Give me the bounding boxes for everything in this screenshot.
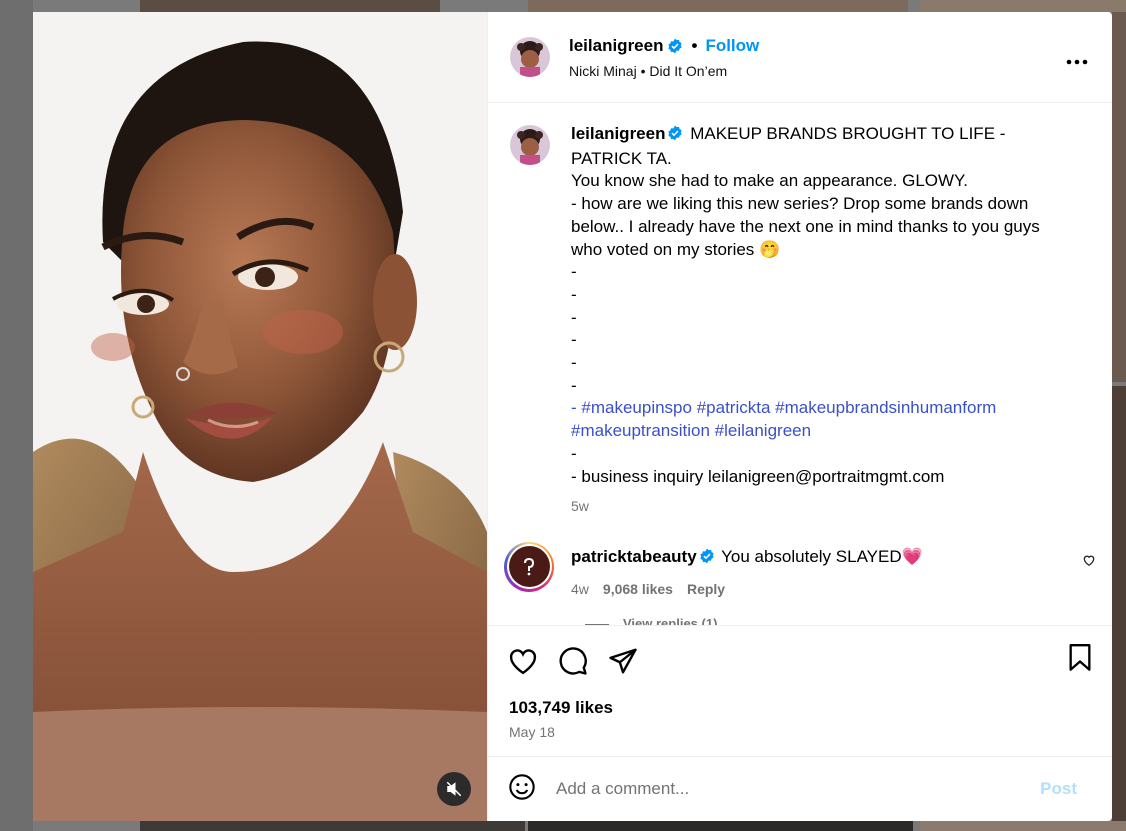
commenter-avatar[interactable]	[504, 541, 554, 592]
caption-dash: -	[571, 284, 577, 304]
background-tile[interactable]	[920, 821, 1126, 831]
caption-dash: -	[571, 330, 577, 350]
comment-likes[interactable]: 9,068 likes	[603, 581, 673, 597]
caption-dash: -	[571, 307, 577, 327]
separator-dot: •	[691, 35, 698, 55]
verified-badge-icon	[667, 38, 683, 54]
likes-count[interactable]: 103,749 likes	[488, 682, 1112, 718]
caption-line: You know she had to make an appearance. …	[571, 171, 968, 191]
audio-label[interactable]: Nicki Minaj • Did It On’em	[569, 63, 759, 79]
background-tile[interactable]	[1112, 386, 1126, 831]
post-date[interactable]: May 18	[488, 718, 1112, 740]
bookmark-icon	[1067, 644, 1093, 676]
hashtag-link[interactable]: #makeuptransition	[571, 421, 710, 440]
caption-username[interactable]: leilanigreen	[571, 124, 665, 143]
emoji-icon	[508, 773, 536, 805]
comment-composer: Post	[488, 756, 1112, 821]
mute-button[interactable]	[437, 772, 471, 806]
heart-icon	[508, 647, 538, 680]
author-avatar[interactable]	[510, 125, 550, 165]
comment-like-button[interactable]	[1082, 553, 1096, 572]
hashtag-link[interactable]: #makeupbrandsinhumanform	[775, 398, 996, 417]
commenter-username[interactable]: patricktabeauty	[571, 547, 697, 566]
like-button[interactable]	[508, 647, 538, 680]
heart-icon	[1082, 554, 1096, 571]
post-modal: leilanigreen • Follow Nicki Minaj • Did …	[33, 12, 1112, 821]
reply-button[interactable]: Reply	[687, 581, 725, 597]
follow-button[interactable]: Follow	[705, 36, 759, 56]
view-replies-label: View replies (1)	[623, 616, 718, 625]
hashtag-link[interactable]: #makeupinspo	[581, 398, 692, 417]
comment-button[interactable]	[558, 646, 588, 681]
background-tile[interactable]	[920, 0, 1126, 12]
emoji-button[interactable]	[508, 773, 536, 806]
post-header: leilanigreen • Follow Nicki Minaj • Did …	[488, 12, 1112, 103]
verified-badge-icon	[699, 548, 715, 569]
post-photo	[33, 12, 487, 821]
background-tile[interactable]	[1112, 12, 1126, 382]
caption-line: - how are we liking this new series? Dro…	[571, 194, 1040, 259]
share-button[interactable]	[608, 647, 638, 680]
post-panel: leilanigreen • Follow Nicki Minaj • Did …	[487, 12, 1112, 821]
post-media[interactable]	[33, 12, 487, 821]
comments-section[interactable]: leilanigreen MAKEUP BRANDS BROUGHT TO LI…	[488, 103, 1112, 625]
background-tile[interactable]	[528, 821, 913, 831]
author-avatar[interactable]	[510, 37, 550, 77]
save-button[interactable]	[1067, 644, 1093, 677]
caption-dash: -	[571, 353, 577, 373]
author-username[interactable]: leilanigreen	[569, 36, 663, 56]
comment-icon	[558, 646, 588, 681]
post-actions: 103,749 likes May 18	[488, 625, 1112, 756]
comment-input[interactable]	[556, 779, 1041, 799]
hashtag-line: - #makeupinspo #patrickta #makeupbrandsi…	[571, 397, 1071, 442]
caption-dash: -	[571, 262, 577, 282]
verified-badge-icon	[667, 125, 683, 148]
comment-text: You absolutely SLAYED💗	[721, 546, 923, 566]
post-comment-button[interactable]: Post	[1040, 779, 1077, 799]
caption-dash: -	[571, 375, 577, 395]
background-tile[interactable]	[140, 0, 440, 12]
background-tile[interactable]	[140, 821, 525, 831]
hashtag-prefix: -	[571, 398, 582, 418]
background-grid	[0, 0, 33, 831]
caption-dash: -	[571, 443, 577, 463]
hashtag-link[interactable]: #patrickta	[697, 398, 771, 417]
comment-item: patricktabeauty You absolutely SLAYED💗 4…	[488, 518, 1112, 597]
post-caption: leilanigreen MAKEUP BRANDS BROUGHT TO LI…	[488, 103, 1112, 518]
mute-icon	[445, 780, 463, 798]
background-tile[interactable]	[528, 0, 908, 12]
share-icon	[608, 647, 638, 680]
more-options-button[interactable]	[1066, 48, 1088, 71]
more-icon	[1066, 48, 1088, 70]
patricktabeauty-logo-icon	[508, 546, 550, 588]
comment-timestamp[interactable]: 4w	[571, 581, 589, 597]
business-inquiry: - business inquiry leilanigreen@portrait…	[571, 466, 945, 486]
view-replies-button[interactable]: View replies (1)	[585, 616, 717, 625]
hashtag-link[interactable]: #leilanigreen	[715, 421, 811, 440]
caption-timestamp[interactable]: 5w	[571, 495, 1071, 518]
